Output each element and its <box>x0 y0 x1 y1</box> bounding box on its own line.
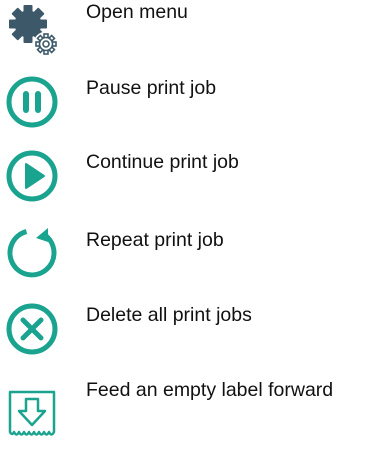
repeat-print-job-label: Repeat print job <box>86 229 224 251</box>
pause-icon <box>4 74 60 130</box>
delete-icon <box>4 299 60 355</box>
continue-print-job-item: Continue print job <box>0 150 386 220</box>
repeat-print-job-item: Repeat print job <box>0 228 386 298</box>
feed-empty-label-label: Feed an empty label forward <box>86 379 334 401</box>
gear-settings-icon <box>4 2 60 58</box>
pause-print-job-item: Pause print job <box>0 76 386 146</box>
continue-print-job-label: Continue print job <box>86 151 239 173</box>
delete-all-print-jobs-label: Delete all print jobs <box>86 304 252 326</box>
pause-print-job-label: Pause print job <box>86 77 217 99</box>
open-menu-label: Open menu <box>86 1 188 23</box>
feed-label-icon <box>4 386 60 442</box>
delete-all-print-jobs-item: Delete all print jobs <box>0 303 386 373</box>
repeat-icon <box>4 224 60 280</box>
play-icon <box>4 148 60 204</box>
open-menu-item: Open menu <box>0 0 386 70</box>
feed-empty-label-item: Feed an empty label forward <box>0 378 386 448</box>
